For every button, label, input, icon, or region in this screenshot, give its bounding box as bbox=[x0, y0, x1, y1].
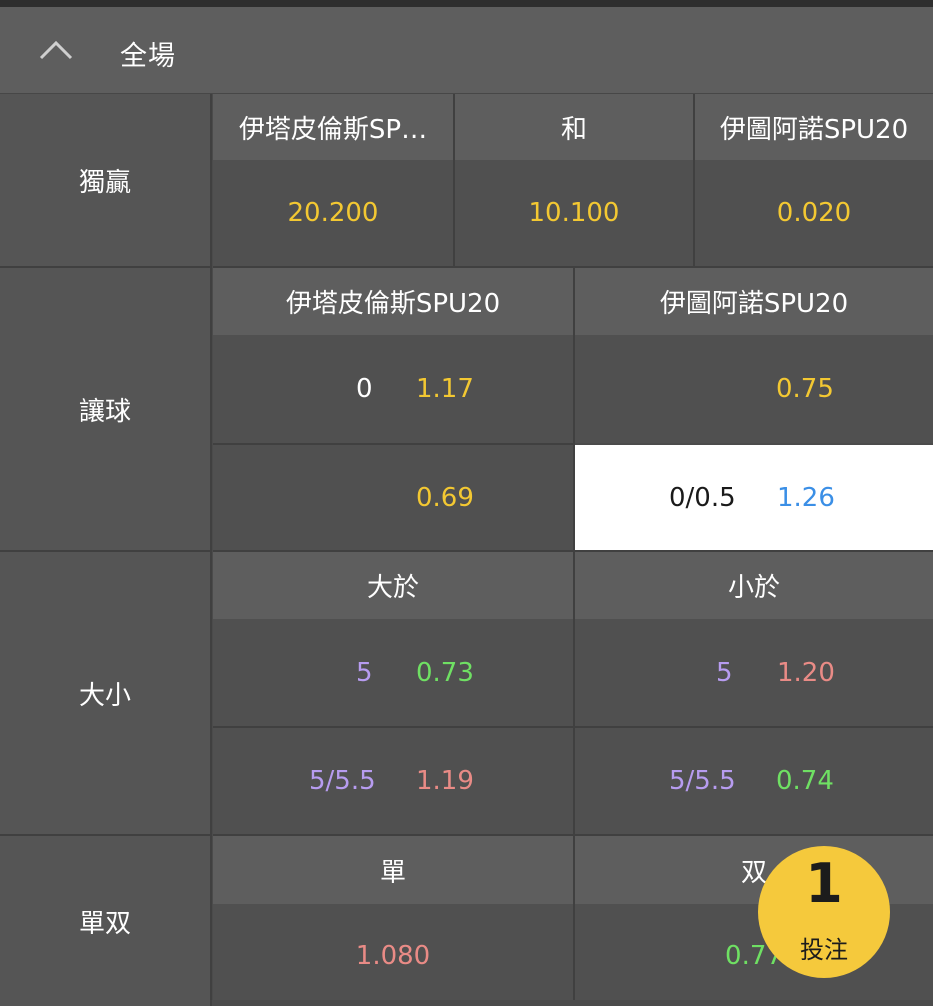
divider bbox=[573, 836, 575, 1000]
under-odds-row2: 0.74 bbox=[776, 766, 834, 796]
handicap-home-odds-row2: 0.69 bbox=[416, 482, 474, 513]
handicap-home-odds-row1: 1.17 bbox=[416, 374, 474, 404]
section-header-full-match[interactable]: 全場 bbox=[0, 7, 933, 94]
win-header-home: 伊塔皮倫斯SP… bbox=[213, 94, 453, 160]
market-label-handicap: 讓球 bbox=[0, 268, 212, 552]
under-odds-row1: 1.20 bbox=[777, 657, 835, 688]
chevron-up-icon[interactable] bbox=[38, 37, 74, 61]
handicap-header-away: 伊圖阿諾SPU20 bbox=[575, 268, 933, 335]
divider bbox=[453, 94, 455, 266]
handicap-away-row2-cell-selected[interactable]: 0/0.5 1.26 bbox=[575, 445, 933, 550]
odd-odds: 1.080 bbox=[355, 941, 431, 971]
bet-slip-label: 投注 bbox=[800, 936, 848, 964]
overunder-header-over: 大於 bbox=[213, 552, 573, 619]
divider bbox=[213, 443, 573, 445]
top-bar bbox=[0, 0, 933, 7]
win-header-draw: 和 bbox=[455, 94, 693, 160]
divider bbox=[573, 552, 575, 834]
divider bbox=[573, 268, 575, 550]
over-line-row2: 5/5.5 bbox=[309, 766, 376, 796]
handicap-home-line-row1: 0 bbox=[356, 374, 373, 404]
odd-odds-cell[interactable]: 1.080 bbox=[213, 904, 573, 1000]
market-label-overunder: 大小 bbox=[0, 552, 212, 836]
divider bbox=[693, 94, 695, 266]
handicap-home-row2-cell[interactable]: 0.69 bbox=[213, 445, 573, 550]
over-odds-row2: 1.19 bbox=[416, 766, 474, 796]
win-odds-home: 20.200 bbox=[287, 198, 379, 228]
oddeven-header-odd: 單 bbox=[213, 836, 573, 904]
section-title: 全場 bbox=[120, 41, 176, 72]
handicap-away-odds-row2: 1.26 bbox=[777, 482, 835, 513]
overunder-header-under: 小於 bbox=[575, 552, 933, 619]
win-odds-draw-cell[interactable]: 10.100 bbox=[455, 160, 693, 266]
handicap-away-line-row2: 0/0.5 bbox=[669, 482, 736, 513]
market-label-oddeven: 單双 bbox=[0, 836, 212, 1006]
win-odds-away-cell[interactable]: 0.020 bbox=[695, 160, 933, 266]
bet-slip-button[interactable]: 1 投注 bbox=[758, 846, 890, 978]
win-odds-home-cell[interactable]: 20.200 bbox=[213, 160, 453, 266]
over-row1-cell[interactable]: 5 0.73 bbox=[213, 619, 573, 726]
handicap-away-row1-cell[interactable]: 0.75 bbox=[575, 335, 933, 443]
handicap-header-home: 伊塔皮倫斯SPU20 bbox=[213, 268, 573, 335]
win-odds-draw: 10.100 bbox=[528, 198, 620, 228]
under-row2-cell[interactable]: 5/5.5 0.74 bbox=[575, 728, 933, 834]
market-label-win: 獨贏 bbox=[0, 94, 212, 268]
win-odds-away: 0.020 bbox=[776, 198, 852, 228]
win-header-away: 伊圖阿諾SPU20 bbox=[695, 94, 933, 160]
over-row2-cell[interactable]: 5/5.5 1.19 bbox=[213, 728, 573, 834]
divider bbox=[213, 726, 933, 728]
under-row1-cell[interactable]: 5 1.20 bbox=[575, 619, 933, 726]
handicap-home-row1-cell[interactable]: 0 1.17 bbox=[213, 335, 573, 443]
over-line-row1: 5 bbox=[356, 657, 373, 688]
under-line-row2: 5/5.5 bbox=[669, 766, 736, 796]
handicap-away-odds-row1: 0.75 bbox=[776, 374, 834, 404]
under-line-row1: 5 bbox=[716, 657, 733, 688]
over-odds-row1: 0.73 bbox=[416, 657, 474, 688]
bet-slip-count: 1 bbox=[805, 852, 843, 915]
